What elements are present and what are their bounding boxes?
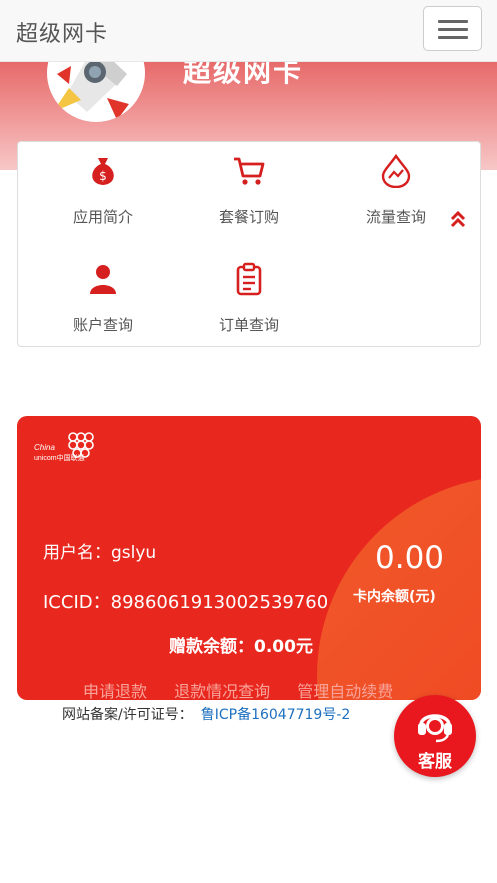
top-navbar: 超级网卡 [0,0,497,62]
banner-title: 超级网卡 [183,62,304,88]
refund-status-link[interactable]: 退款情况查询 [174,682,270,700]
menu-item-label: 流量查询 [365,208,426,226]
user-icon [90,265,116,294]
menu-item-label: 套餐订购 [218,208,279,226]
menu-item-package-order[interactable]: 套餐订购 [194,142,304,232]
menu-item-label: 应用简介 [72,208,133,226]
icp-footer: 网站备案/许可证号： 鲁ICP备16047719号-2 [62,704,350,724]
brand-title[interactable]: 超级网卡 [16,16,108,48]
money-bag-icon: $ [92,158,114,185]
refund-request-link[interactable]: 申请退款 [83,682,147,700]
menu-item-label: 订单查询 [218,316,279,334]
shopping-cart-icon [234,157,265,185]
feature-menu: $ 应用简介 套餐订购 流量查询 账户查询 订单查询 [17,141,481,347]
svg-text:China: China [34,443,55,452]
sim-card-panel: China unicom中国联通 用户名：gslyu ICCID：8986061… [17,416,481,700]
double-chevron-up-icon[interactable] [449,210,467,228]
menu-item-account-query[interactable]: 账户查询 [48,250,158,340]
menu-item-data-query[interactable]: 流量查询 [341,142,451,232]
iccid-text: ICCID：89860619130025397​60 [43,592,329,613]
menu-item-order-query[interactable]: 订单查询 [194,250,304,340]
menu-toggle-button[interactable] [423,6,482,51]
headset-icon [418,714,452,743]
menu-item-label: 账户查询 [72,316,133,334]
rocket-logo [47,62,145,122]
droplet-chart-icon [381,154,411,188]
gift-balance-text: 赠款余额：0.00元 [169,637,313,657]
customer-service-button[interactable]: 客服 [394,695,476,777]
username-text: 用户名：gslyu [43,543,157,563]
svg-text:$: $ [99,169,107,183]
customer-service-label: 客服 [418,752,452,772]
clipboard-icon [236,262,262,296]
hamburger-line [438,28,468,31]
auto-renew-link[interactable]: 管理自动续费 [297,682,393,700]
menu-item-app-intro[interactable]: $ 应用简介 [48,142,158,232]
hamburger-line [438,36,468,39]
china-unicom-logo: China unicom中国联通 [34,432,94,462]
svg-text:unicom中国联通: unicom中国联通 [34,453,85,462]
card-balance-label: 卡内余额(元) [353,589,436,605]
card-action-links: 申请退款 退款情况查询 管理自动续费 [83,678,415,700]
icp-label: 网站备案/许可证号： [62,707,193,723]
card-balance-value: 0.00 [375,540,445,576]
hamburger-line [438,20,468,23]
icp-number-link[interactable]: 鲁ICP备16047719号-2 [201,707,351,723]
